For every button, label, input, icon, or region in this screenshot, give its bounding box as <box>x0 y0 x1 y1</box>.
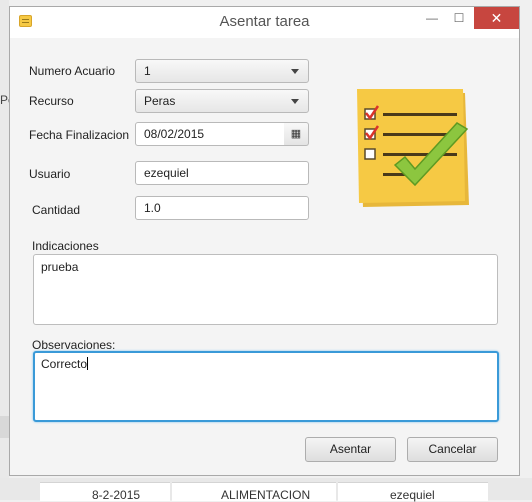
usuario-input[interactable]: ezequiel <box>135 161 309 185</box>
close-button[interactable]: ✕ <box>474 7 519 29</box>
minimize-button[interactable]: — <box>423 7 441 29</box>
recurso-label: Recurso <box>29 94 74 108</box>
window-title: Asentar tarea <box>219 13 310 30</box>
numero-acuario-select[interactable]: 1 <box>135 59 309 83</box>
chevron-down-icon <box>291 99 299 104</box>
observaciones-textarea[interactable]: Correcto <box>33 351 499 422</box>
numero-acuario-label: Numero Acuario <box>29 64 116 78</box>
background-header-strip <box>0 416 9 438</box>
dialog-window: Asentar tarea — ☐ ✕ Numero Acuario 1 Rec… <box>9 6 520 476</box>
fecha-finalizacion-label: Fecha Finalizacion <box>29 128 130 142</box>
observaciones-label: Observaciones: <box>32 338 116 352</box>
indicaciones-textarea[interactable]: prueba <box>33 254 498 325</box>
text-caret <box>87 357 89 370</box>
fecha-finalizacion-input[interactable]: 08/02/2015 <box>135 122 285 146</box>
recurso-select[interactable]: Peras <box>135 89 309 113</box>
indicaciones-label: Indicaciones <box>32 239 99 253</box>
cantidad-label: Cantidad <box>32 203 81 217</box>
calendar-icon[interactable]: ▦ <box>284 122 309 146</box>
cantidad-input[interactable]: 1.0 <box>135 196 309 220</box>
asentar-button[interactable]: Asentar <box>305 437 396 462</box>
chevron-down-icon <box>291 69 299 74</box>
numero-acuario-value: 1 <box>144 64 151 78</box>
title-bar[interactable]: Asentar tarea — ☐ ✕ <box>10 7 519 38</box>
observaciones-value: Correcto <box>41 357 88 371</box>
cancelar-button[interactable]: Cancelar <box>407 437 498 462</box>
maximize-button[interactable]: ☐ <box>450 7 468 29</box>
usuario-label: Usuario <box>29 167 71 181</box>
task-checklist-icon <box>357 89 469 207</box>
recurso-value: Peras <box>144 94 176 108</box>
